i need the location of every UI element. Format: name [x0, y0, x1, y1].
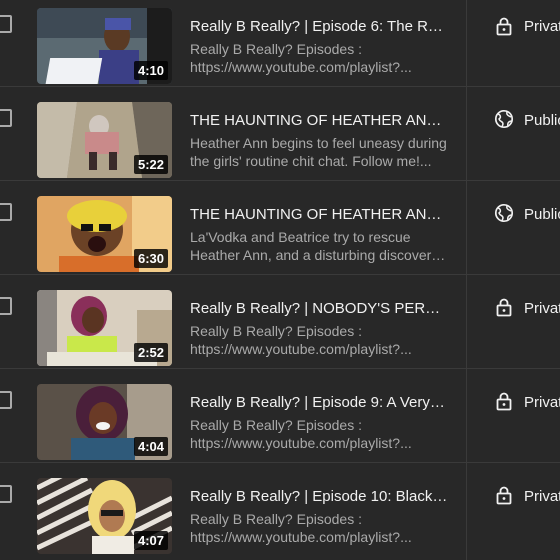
- description-line: https://www.youtube.com/playlist?...: [190, 59, 412, 75]
- video-description: Heather Ann begins to feel uneasy during…: [190, 134, 448, 170]
- duration-badge: 5:22: [133, 155, 168, 174]
- video-thumbnail[interactable]: 4:04: [37, 384, 172, 460]
- row-checkbox[interactable]: [0, 203, 12, 221]
- video-description: Really B Really? Episodes : https://www.…: [190, 322, 448, 358]
- video-description: La'Vodka and Beatrice try to rescue Heat…: [190, 228, 448, 264]
- duration-badge: 2:52: [133, 343, 168, 362]
- video-thumbnail[interactable]: 4:10: [37, 8, 172, 84]
- duration-badge: 6:30: [133, 249, 168, 268]
- video-description: Really B Really? Episodes : https://www.…: [190, 40, 448, 76]
- description-line: Heather Ann, and a disturbing discovery …: [190, 247, 448, 263]
- description-line: La'Vodka and Beatrice try to rescue: [190, 229, 411, 245]
- visibility-label[interactable]: Privat: [524, 18, 560, 35]
- video-row[interactable]: 4:07 Really B Really? | Episode 10: Blac…: [0, 463, 560, 557]
- description-line: Really B Really? Episodes :: [190, 417, 362, 433]
- video-title[interactable]: Really B Really? | NOBODY'S PERFECT ...: [190, 300, 448, 317]
- video-title[interactable]: Really B Really? | Episode 9: A Very Ra.…: [190, 394, 448, 411]
- video-row[interactable]: 5:22 THE HAUNTING OF HEATHER ANN : P... …: [0, 87, 560, 181]
- lock-icon: [496, 17, 512, 36]
- video-row[interactable]: 2:52 Really B Really? | NOBODY'S PERFECT…: [0, 275, 560, 369]
- globe-icon: [494, 109, 514, 129]
- description-line: Really B Really? Episodes :: [190, 511, 362, 527]
- description-line: https://www.youtube.com/playlist?...: [190, 435, 412, 451]
- row-checkbox[interactable]: [0, 485, 12, 503]
- visibility-label[interactable]: Public: [524, 206, 560, 223]
- video-row[interactable]: 4:10 Really B Really? | Episode 6: The R…: [0, 0, 560, 87]
- video-thumbnail[interactable]: 4:07: [37, 478, 172, 554]
- video-thumbnail[interactable]: 5:22: [37, 102, 172, 178]
- visibility-label[interactable]: Privat: [524, 394, 560, 411]
- lock-icon: [496, 486, 512, 505]
- video-title[interactable]: THE HAUNTING OF HEATHER ANN : P...: [190, 112, 448, 129]
- visibility-label[interactable]: Privat: [524, 300, 560, 317]
- description-line: https://www.youtube.com/playlist?...: [190, 529, 412, 545]
- description-line: https://www.youtube.com/playlist?...: [190, 341, 412, 357]
- lock-icon: [496, 298, 512, 317]
- video-description: Really B Really? Episodes : https://www.…: [190, 510, 448, 546]
- globe-icon: [494, 203, 514, 223]
- description-line: the girls' routine chit chat. Follow me!…: [190, 153, 432, 169]
- video-thumbnail[interactable]: 2:52: [37, 290, 172, 366]
- duration-badge: 4:10: [133, 61, 168, 80]
- row-checkbox[interactable]: [0, 297, 12, 315]
- video-title[interactable]: THE HAUNTING OF HEATHER ANN : P...: [190, 206, 448, 223]
- row-checkbox[interactable]: [0, 109, 12, 127]
- video-title[interactable]: Really B Really? | Episode 10: Black Fri…: [190, 488, 448, 505]
- description-line: Really B Really? Episodes :: [190, 323, 362, 339]
- description-line: Really B Really? Episodes :: [190, 41, 362, 57]
- row-checkbox[interactable]: [0, 391, 12, 409]
- duration-badge: 4:04: [133, 437, 168, 456]
- video-row[interactable]: 4:04 Really B Really? | Episode 9: A Ver…: [0, 369, 560, 463]
- lock-icon: [496, 392, 512, 411]
- video-description: Really B Really? Episodes : https://www.…: [190, 416, 448, 452]
- video-thumbnail[interactable]: 6:30: [37, 196, 172, 272]
- description-line: Heather Ann begins to feel uneasy during: [190, 135, 447, 151]
- row-checkbox[interactable]: [0, 15, 12, 33]
- duration-badge: 4:07: [133, 531, 168, 550]
- video-row[interactable]: 6:30 THE HAUNTING OF HEATHER ANN : P... …: [0, 181, 560, 275]
- visibility-label[interactable]: Public: [524, 112, 560, 129]
- video-title[interactable]: Really B Really? | Episode 6: The Royal.…: [190, 18, 448, 35]
- visibility-label[interactable]: Privat: [524, 488, 560, 505]
